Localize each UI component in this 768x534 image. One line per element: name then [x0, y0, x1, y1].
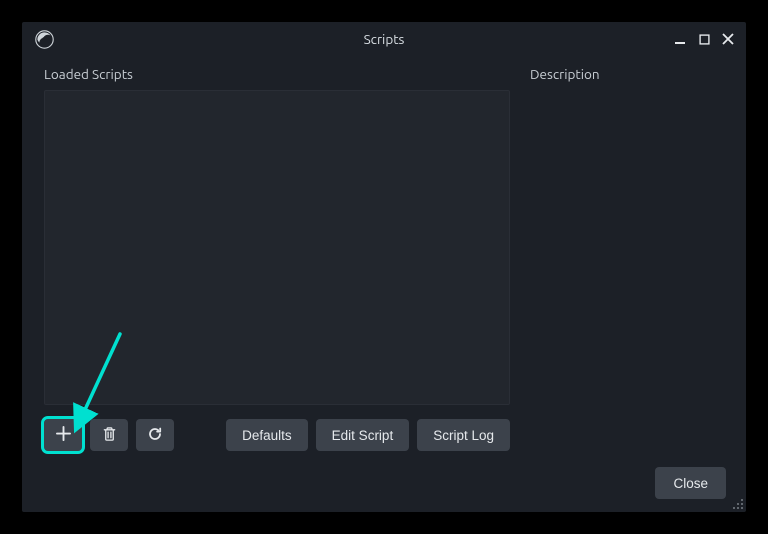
remove-script-button[interactable] [90, 419, 128, 451]
window-title: Scripts [22, 31, 746, 47]
description-label: Description [530, 66, 724, 82]
trash-icon [102, 426, 117, 445]
close-icon[interactable] [721, 32, 735, 46]
script-log-button[interactable]: Script Log [417, 419, 510, 451]
scripts-dialog: Scripts Loaded Scripts [22, 22, 746, 512]
scripts-toolbar: Defaults Edit Script Script Log [44, 419, 510, 451]
reload-scripts-button[interactable] [136, 419, 174, 451]
titlebar[interactable]: Scripts [22, 22, 746, 56]
edit-script-button[interactable]: Edit Script [316, 419, 410, 451]
obs-icon [34, 29, 54, 49]
content-area: Loaded Scripts [22, 56, 746, 454]
description-panel: Description [530, 66, 724, 454]
script-action-group: Defaults Edit Script Script Log [226, 419, 510, 451]
loaded-scripts-label: Loaded Scripts [44, 66, 510, 82]
resize-grip[interactable] [730, 496, 744, 510]
window-controls [673, 32, 738, 46]
minimize-icon[interactable] [673, 32, 687, 46]
add-script-button[interactable] [44, 419, 82, 451]
loaded-scripts-list[interactable] [44, 90, 510, 405]
close-button[interactable]: Close [655, 467, 726, 499]
scripts-panel: Loaded Scripts [44, 66, 510, 454]
dialog-footer: Close [22, 454, 746, 512]
reload-icon [147, 426, 163, 445]
plus-icon [56, 426, 71, 444]
maximize-icon[interactable] [697, 32, 711, 46]
defaults-button[interactable]: Defaults [226, 419, 308, 451]
